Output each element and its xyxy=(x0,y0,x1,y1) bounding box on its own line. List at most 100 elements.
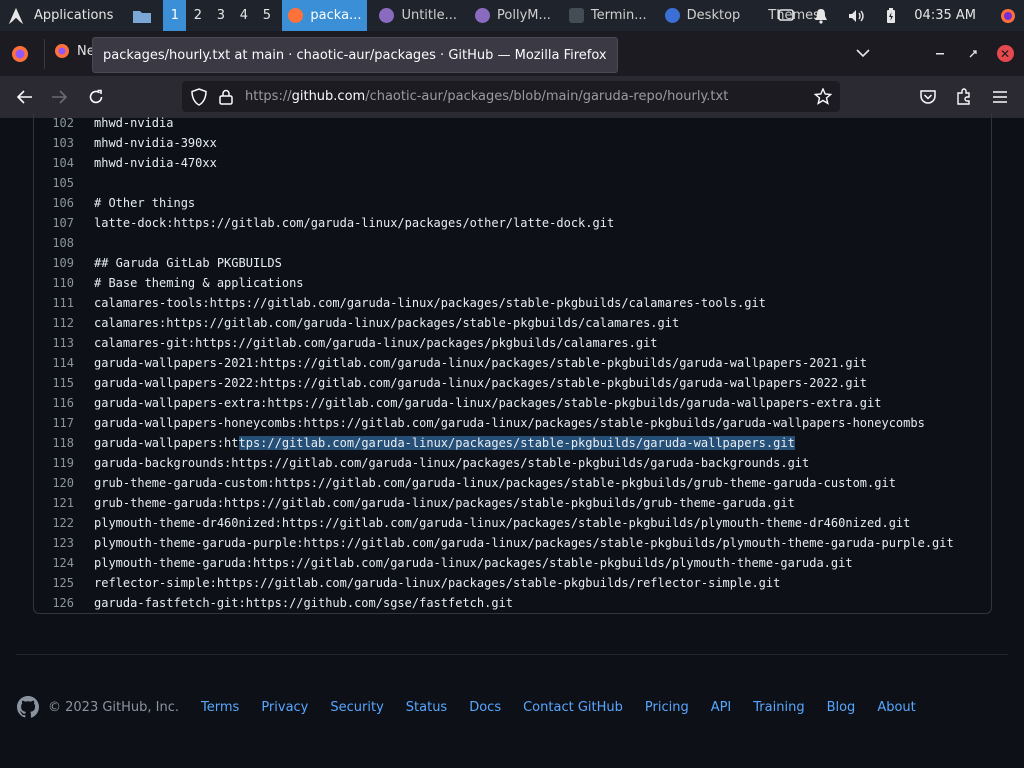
lock-icon[interactable] xyxy=(219,89,233,105)
taskbar-task[interactable]: Desktop xyxy=(659,0,747,31)
applications-menu[interactable]: Applications xyxy=(0,0,127,31)
line-content[interactable]: calamares-git:https://gitlab.com/garuda-… xyxy=(94,333,658,353)
line-number[interactable]: 123 xyxy=(34,533,74,553)
line-number[interactable]: 114 xyxy=(34,353,74,373)
footer-link[interactable]: Terms xyxy=(201,700,239,715)
line-number[interactable]: 107 xyxy=(34,213,74,233)
line-number[interactable]: 104 xyxy=(34,153,74,173)
footer-link[interactable]: Training xyxy=(753,700,804,715)
footer-link[interactable]: Contact GitHub xyxy=(523,700,623,715)
clock[interactable]: 04:35 AM xyxy=(914,8,976,23)
workspace-button[interactable]: 5 xyxy=(255,0,278,31)
tracking-protection-shield-icon[interactable] xyxy=(191,87,207,106)
line-number[interactable]: 112 xyxy=(34,313,74,333)
url-text[interactable]: https://github.com/chaotic-aur/packages/… xyxy=(245,89,728,104)
pocket-button[interactable] xyxy=(916,85,940,109)
line-number[interactable]: 121 xyxy=(34,493,74,513)
line-number[interactable]: 111 xyxy=(34,293,74,313)
taskbar-task[interactable]: Untitle... xyxy=(373,0,463,31)
line-number[interactable]: 120 xyxy=(34,473,74,493)
code-line: 121 grub-theme-garuda:https://gitlab.com/… xyxy=(34,493,991,513)
line-number[interactable]: 106 xyxy=(34,193,74,213)
line-number[interactable]: 119 xyxy=(34,453,74,473)
firefox-view-icon[interactable] xyxy=(10,44,30,64)
line-number[interactable]: 103 xyxy=(34,133,74,153)
line-content[interactable]: garuda-wallpapers-honeycombs:https://git… xyxy=(94,413,925,433)
line-content[interactable]: garuda-backgrounds:https://gitlab.com/ga… xyxy=(94,453,809,473)
line-number[interactable]: 125 xyxy=(34,573,74,593)
github-logo-icon[interactable] xyxy=(16,695,40,719)
line-content[interactable]: grub-theme-garuda:https://gitlab.com/gar… xyxy=(94,493,795,513)
back-button[interactable] xyxy=(12,85,36,109)
list-all-tabs-button[interactable] xyxy=(848,39,878,69)
line-content[interactable]: plymouth-theme-dr460nized:https://gitlab… xyxy=(94,513,910,533)
line-content[interactable]: garuda-wallpapers:https://gitlab.com/gar… xyxy=(94,433,795,453)
line-content[interactable]: reflector-simple:https://gitlab.com/garu… xyxy=(94,573,780,593)
footer-link[interactable]: Status xyxy=(406,700,447,715)
footer-link[interactable]: Pricing xyxy=(645,700,689,715)
app-menu-button[interactable] xyxy=(988,85,1012,109)
line-number[interactable]: 108 xyxy=(34,233,74,253)
line-content[interactable]: garuda-wallpapers-2022:https://gitlab.co… xyxy=(94,373,867,393)
line-content[interactable]: plymouth-theme-garuda-purple:https://git… xyxy=(94,533,954,553)
line-content[interactable]: # Base theming & applications xyxy=(94,273,304,293)
workspace-button[interactable]: 3 xyxy=(209,0,232,31)
line-number[interactable]: 115 xyxy=(34,373,74,393)
line-number[interactable]: 105 xyxy=(34,173,74,193)
workspace-button[interactable]: 1 xyxy=(163,0,187,31)
line-content[interactable]: garuda-fastfetch-git:https://github.com/… xyxy=(94,593,513,613)
taskbar-task[interactable]: Termin... xyxy=(563,0,653,31)
line-content[interactable]: mhwd-nvidia xyxy=(94,113,173,133)
line-number[interactable]: 124 xyxy=(34,553,74,573)
workspace-button[interactable]: 4 xyxy=(232,0,255,31)
battery-icon[interactable] xyxy=(886,7,896,24)
taskbar-task[interactable]: PollyM... xyxy=(469,0,557,31)
footer-link[interactable]: About xyxy=(877,700,915,715)
bookmark-star-icon[interactable] xyxy=(814,88,832,105)
line-content[interactable]: mhwd-nvidia-470xx xyxy=(94,153,217,173)
line-content[interactable]: garuda-wallpapers-extra:https://gitlab.c… xyxy=(94,393,881,413)
taskbar-task[interactable]: packa... xyxy=(282,0,368,31)
notification-bell-icon[interactable] xyxy=(814,8,828,24)
footer-link[interactable]: Security xyxy=(330,700,383,715)
line-content[interactable]: mhwd-nvidia-390xx xyxy=(94,133,217,153)
line-number[interactable]: 122 xyxy=(34,513,74,533)
line-content[interactable]: ## Garuda GitLab PKGBUILDS xyxy=(94,253,282,273)
forward-button[interactable] xyxy=(48,85,72,109)
line-number[interactable]: 116 xyxy=(34,393,74,413)
code-line: 104 mhwd-nvidia-470xx xyxy=(34,153,991,173)
line-content[interactable]: latte-dock:https://gitlab.com/garuda-lin… xyxy=(94,213,614,233)
footer-link[interactable]: Blog xyxy=(827,700,856,715)
line-number[interactable]: 113 xyxy=(34,333,74,353)
line-number[interactable]: 118 xyxy=(34,433,74,453)
line-number[interactable]: 102 xyxy=(34,113,74,133)
line-number[interactable]: 109 xyxy=(34,253,74,273)
minimize-button[interactable] xyxy=(926,39,956,69)
footer-link[interactable]: Privacy xyxy=(261,700,308,715)
file-manager-launcher[interactable] xyxy=(127,0,163,31)
line-number[interactable]: 126 xyxy=(34,593,74,613)
code-line: 126 garuda-fastfetch-git:https://github.c… xyxy=(34,593,991,613)
browser-tab[interactable]: Ne xyxy=(54,43,95,59)
display-icon[interactable] xyxy=(778,8,795,23)
line-content[interactable]: calamares-tools:https://gitlab.com/garud… xyxy=(94,293,766,313)
line-content[interactable]: # Other things xyxy=(94,193,195,213)
firefox-tray-icon[interactable] xyxy=(1000,8,1016,24)
url-bar[interactable]: https://github.com/chaotic-aur/packages/… xyxy=(182,81,840,112)
footer-link[interactable]: API xyxy=(711,700,732,715)
maximize-button[interactable] xyxy=(958,39,988,69)
reload-button[interactable] xyxy=(84,85,108,109)
line-content[interactable]: grub-theme-garuda-custom:https://gitlab.… xyxy=(94,473,896,493)
taskbar-task-label: packa... xyxy=(310,8,362,23)
footer-link[interactable]: Docs xyxy=(469,700,501,715)
workspace-button[interactable]: 2 xyxy=(186,0,209,31)
line-number[interactable]: 117 xyxy=(34,413,74,433)
line-content[interactable]: plymouth-theme-garuda:https://gitlab.com… xyxy=(94,553,853,573)
line-number[interactable]: 110 xyxy=(34,273,74,293)
extensions-button[interactable] xyxy=(952,85,976,109)
line-content[interactable]: garuda-wallpapers-2021:https://gitlab.co… xyxy=(94,353,867,373)
volume-icon[interactable] xyxy=(848,9,866,23)
line-text: reflector-simple:https://gitlab.com/garu… xyxy=(94,576,781,590)
line-content[interactable]: calamares:https://gitlab.com/garuda-linu… xyxy=(94,313,679,333)
close-window-button[interactable]: ✕ xyxy=(990,39,1020,69)
